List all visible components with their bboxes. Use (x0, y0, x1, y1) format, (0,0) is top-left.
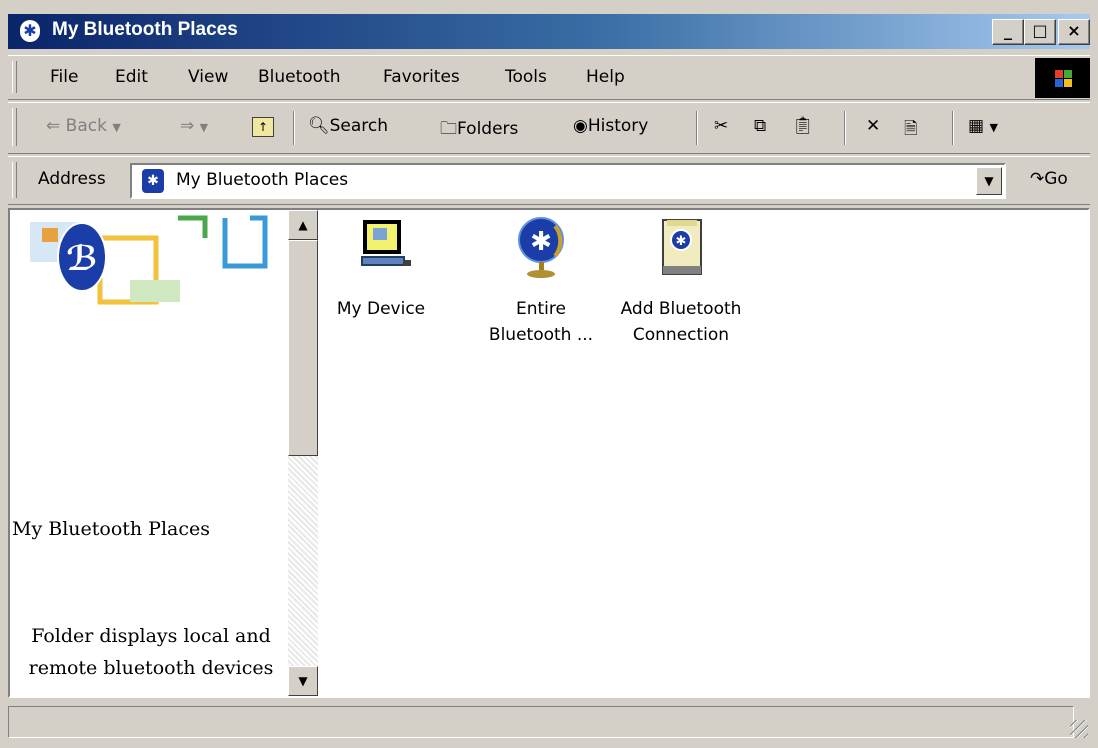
svg-text:✱: ✱ (676, 234, 687, 249)
address-bar: Address ✱ My Bluetooth Places ▼ ↷Go (8, 156, 1090, 205)
status-bar (8, 702, 1090, 740)
back-dropdown-icon: ▼ (112, 121, 121, 134)
back-button[interactable]: ⇐ Back ▼ (46, 116, 121, 136)
search-label: Search (329, 116, 388, 136)
item-label: Add Bluetooth Connection (620, 299, 742, 345)
copy-button[interactable]: ⧉ (754, 116, 766, 136)
toolbar-separator (293, 111, 295, 145)
explorer-window: ✱ My Bluetooth Places _ □ × File Edit Vi… (0, 0, 1098, 748)
views-grid-icon: ▦ (968, 116, 985, 136)
properties-icon: 🗎 (904, 119, 918, 139)
history-label: History (587, 116, 649, 136)
svg-text:ℬ: ℬ (66, 239, 98, 279)
paste-icon: 📋︎ (792, 116, 814, 136)
menu-edit[interactable]: Edit (115, 67, 148, 87)
menu-grip[interactable] (12, 61, 17, 93)
entire-bluetooth-item[interactable]: ✱ Entire Bluetooth ... (476, 216, 606, 348)
bluetooth-book-icon: ✱ (662, 219, 702, 275)
delete-button[interactable]: ✕ (866, 116, 880, 136)
views-button[interactable]: ▦ ▼ (968, 116, 998, 136)
scroll-thumb[interactable] (288, 240, 318, 456)
forward-arrow-icon: ⇒ (180, 116, 195, 136)
go-arrow-icon: ↷ (1030, 169, 1045, 189)
address-input[interactable]: ✱ My Bluetooth Places ▼ (130, 163, 1006, 199)
forward-dropdown-icon: ▼ (199, 121, 209, 134)
info-pane-description: Folder displays local and remote bluetoo… (28, 625, 274, 679)
up-folder-icon: ↑ (252, 117, 274, 137)
info-pane-title: My Bluetooth Places (12, 518, 210, 540)
address-label: Address (38, 169, 106, 189)
folder-view: My Device ✱ Entire Bluetooth ... ✱ Add B… (320, 210, 1088, 696)
content-area: ℬ My Bluetooth Places Folder displays lo… (8, 208, 1090, 698)
toolbar-separator (844, 111, 846, 145)
window-title: My Bluetooth Places (52, 19, 238, 40)
menu-bar: File Edit View Bluetooth Favorites Tools… (8, 55, 1090, 100)
add-bluetooth-connection-item[interactable]: ✱ Add Bluetooth Connection (616, 216, 746, 348)
computer-icon (361, 220, 411, 266)
info-pane: ℬ My Bluetooth Places Folder displays lo… (10, 210, 292, 696)
go-button[interactable]: ↷Go (1030, 169, 1068, 189)
cut-button[interactable]: ✂ (714, 116, 728, 136)
resize-grip[interactable] (1070, 720, 1088, 738)
scroll-down-button[interactable]: ▼ (288, 666, 318, 696)
delete-x-icon: ✕ (866, 116, 881, 136)
address-value: My Bluetooth Places (176, 170, 349, 190)
title-bar[interactable]: ✱ My Bluetooth Places _ □ × (8, 14, 1090, 49)
maximize-button[interactable]: □ (1024, 19, 1056, 45)
forward-button[interactable]: ⇒ ▼ (180, 116, 208, 136)
menu-bluetooth[interactable]: Bluetooth (258, 67, 341, 87)
scroll-up-button[interactable]: ▲ (288, 210, 318, 240)
menu-help[interactable]: Help (586, 67, 625, 87)
folders-label: Folders (457, 119, 519, 139)
close-button[interactable]: × (1058, 19, 1090, 45)
views-dropdown-icon: ▼ (989, 121, 998, 134)
standard-toolbar: ⇐ Back ▼ ⇒ ▼ ↑ 🔍︎Search 🗀Folders ◉Histor… (8, 102, 1090, 154)
folders-button[interactable]: 🗀Folders (440, 116, 518, 145)
status-panel (8, 706, 1074, 738)
go-label: Go (1044, 169, 1068, 189)
back-label: Back (65, 116, 107, 136)
history-button[interactable]: ◉History (573, 116, 648, 136)
item-label: My Device (336, 299, 426, 319)
bluetooth-banner-icon: ℬ (30, 215, 268, 305)
menu-tools[interactable]: Tools (505, 67, 547, 87)
windows-logo-icon (1035, 58, 1090, 98)
toolbar-grip[interactable] (12, 108, 17, 146)
item-label: Entire Bluetooth ... (488, 299, 594, 345)
bluetooth-icon: ✱ (142, 169, 164, 193)
my-device-item[interactable]: My Device (316, 216, 446, 322)
menu-view[interactable]: View (188, 67, 228, 87)
history-icon: ◉ (573, 116, 588, 136)
svg-text:✱: ✱ (530, 227, 552, 257)
properties-button[interactable]: 🗎 (904, 116, 918, 145)
toolbar-separator (952, 111, 954, 145)
toolbar-separator (696, 111, 698, 145)
copy-icon: ⧉ (754, 116, 767, 136)
folders-icon: 🗀 (440, 119, 457, 139)
address-dropdown-button[interactable]: ▼ (976, 167, 1002, 195)
back-arrow-icon: ⇐ (46, 116, 61, 136)
bluetooth-icon: ✱ (20, 20, 40, 42)
paste-button[interactable]: 📋︎ (792, 116, 814, 136)
address-grip[interactable] (12, 162, 17, 198)
menu-favorites[interactable]: Favorites (383, 67, 460, 87)
menu-file[interactable]: File (50, 67, 78, 87)
up-folder-button[interactable]: ↑ (252, 116, 274, 137)
magnifier-icon: 🔍︎ (308, 116, 330, 136)
info-pane-scrollbar[interactable]: ▲ ▼ (288, 210, 318, 696)
search-button[interactable]: 🔍︎Search (308, 116, 388, 136)
bluetooth-globe-icon: ✱ (518, 217, 564, 278)
minimize-button[interactable]: _ (992, 19, 1024, 45)
scissors-icon: ✂ (714, 116, 729, 136)
